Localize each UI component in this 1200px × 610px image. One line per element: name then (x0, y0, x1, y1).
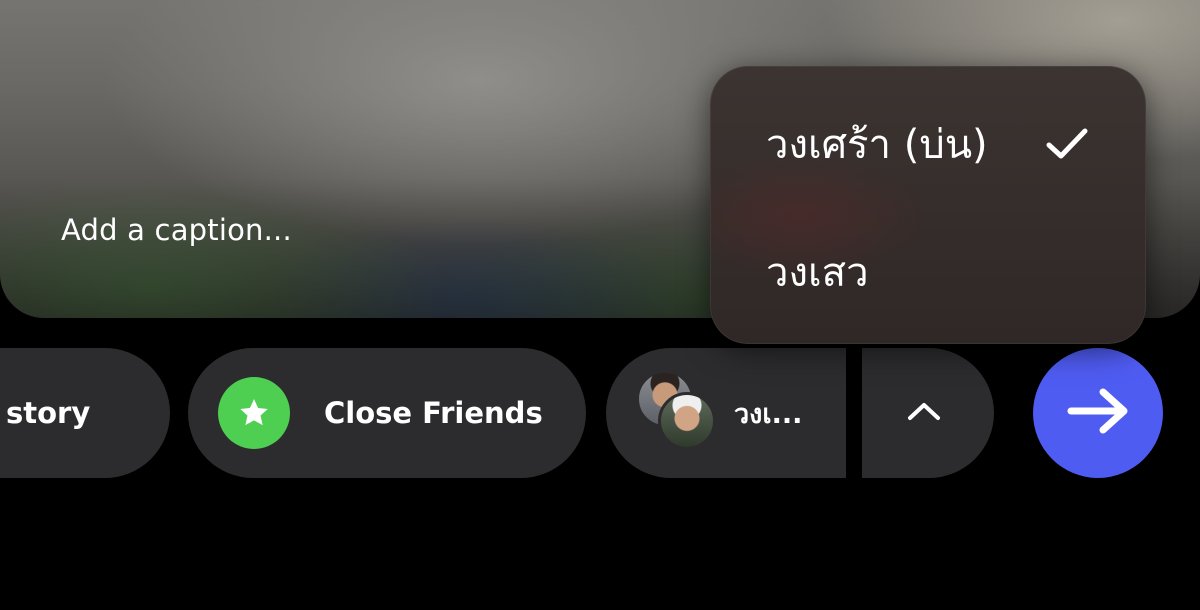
story-label: story (6, 396, 91, 430)
group-label: วงเ... (734, 398, 803, 430)
arrow-right-icon (1065, 386, 1131, 440)
pill-divider (846, 348, 862, 478)
group-menu-toggle[interactable] (862, 348, 994, 478)
menu-item-label: วงเสว (766, 250, 869, 296)
caption-input[interactable]: Add a caption... (61, 213, 292, 247)
group-share-button[interactable]: วงเ... (606, 348, 866, 478)
your-story-button[interactable]: story (0, 348, 170, 478)
send-button[interactable] (1033, 348, 1163, 478)
menu-item-group-1[interactable]: วงเศร้า (บ่น) (766, 104, 1090, 184)
avatar (658, 392, 716, 450)
close-friends-button[interactable]: Close Friends (188, 348, 586, 478)
star-icon (218, 377, 290, 449)
chevron-up-icon (907, 400, 941, 426)
menu-item-label: วงเศร้า (บ่น) (766, 122, 988, 168)
group-avatars (636, 370, 722, 456)
menu-item-group-2[interactable]: วงเสว (766, 232, 1090, 312)
close-friends-label: Close Friends (324, 396, 543, 430)
group-menu: วงเศร้า (บ่น) วงเสว (710, 66, 1146, 344)
checkmark-icon (1044, 121, 1090, 167)
share-screen: Add a caption... story Close Friends วงเ… (0, 0, 1200, 610)
